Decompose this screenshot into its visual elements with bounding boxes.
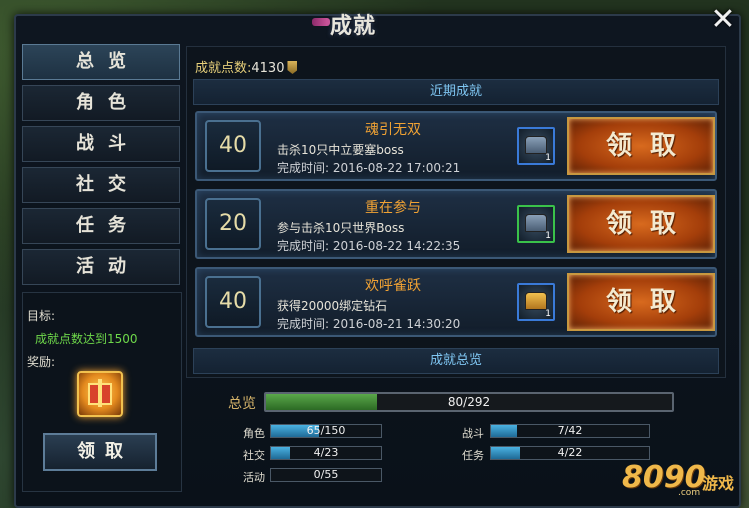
achievement-time: 完成时间: 2016-08-22 14:22:35 — [277, 239, 461, 253]
nav-item-character[interactable]: 角色 — [22, 85, 180, 121]
site-watermark: 8090 游戏 .com — [622, 460, 742, 504]
achievement-score: 40 — [205, 276, 261, 328]
achievement-name: 魂引无双 — [365, 122, 421, 138]
achievement-name: 重在参与 — [365, 200, 421, 216]
achievement-name: 欢呼雀跃 — [365, 278, 421, 294]
goal-panel: 目标: 成就点数达到1500 奖励: 领取 — [22, 292, 182, 492]
close-button[interactable]: ✕ — [708, 5, 738, 36]
item-count: 1 — [545, 153, 551, 163]
reward-label: 奖励: — [27, 355, 56, 369]
overview-header: 成就总览 — [193, 348, 719, 374]
overview-total-progress: 80/292 — [264, 392, 674, 412]
category-label: 任务 — [462, 449, 484, 462]
chest-icon — [525, 136, 547, 154]
overview-total-label: 总览 — [228, 396, 256, 412]
category-label: 战斗 — [462, 427, 484, 440]
overview-total-text: 80/292 — [447, 395, 491, 409]
achievement-time: 完成时间: 2016-08-22 17:00:21 — [277, 161, 461, 175]
chest-icon — [525, 292, 547, 310]
achievement-desc: 击杀10只中立要塞boss — [277, 143, 404, 157]
watermark-domain: .com — [678, 488, 701, 498]
item-count: 1 — [545, 231, 551, 241]
reward-item-slot[interactable]: 1 — [517, 283, 555, 321]
goal-label: 目标: — [27, 309, 56, 323]
category-progress: 65/150 — [270, 424, 382, 438]
nav-item-activity[interactable]: 活动 — [22, 249, 180, 285]
category-progress: 7/42 — [490, 424, 650, 438]
achievement-row: 20 重在参与 参与击杀10只世界Boss 完成时间: 2016-08-22 1… — [195, 189, 717, 259]
gift-icon[interactable] — [77, 371, 123, 417]
nav-item-quest[interactable]: 任务 — [22, 208, 180, 244]
claim-button[interactable]: 领取 — [567, 273, 715, 331]
category-label: 社交 — [243, 449, 265, 462]
claim-goal-button[interactable]: 领取 — [43, 433, 157, 471]
recent-achievements-header: 近期成就 — [193, 79, 719, 105]
category-text: 65/150 — [306, 424, 346, 437]
reward-item-slot[interactable]: 1 — [517, 127, 555, 165]
category-progress: 4/23 — [270, 446, 382, 460]
category-progress: 0/55 — [270, 468, 382, 482]
shield-icon — [287, 61, 298, 74]
category-label: 活动 — [243, 471, 265, 484]
category-text: 0/55 — [313, 468, 339, 481]
achievement-score: 40 — [205, 120, 261, 172]
achievements-panel: 成就点数:4130 近期成就 40 魂引无双 击杀10只中立要塞boss 完成时… — [186, 46, 726, 378]
nav-item-combat[interactable]: 战斗 — [22, 126, 180, 162]
achievement-time: 完成时间: 2016-08-21 14:30:20 — [277, 317, 461, 331]
chest-icon — [525, 214, 547, 232]
category-text: 4/23 — [313, 446, 339, 459]
item-count: 1 — [545, 309, 551, 319]
achievement-desc: 获得20000绑定钻石 — [277, 299, 388, 313]
reward-item-slot[interactable]: 1 — [517, 205, 555, 243]
achievement-score: 20 — [205, 198, 261, 250]
points-label: 成就点数: — [195, 61, 252, 76]
achievement-desc: 参与击杀10只世界Boss — [277, 221, 405, 235]
title-bar — [14, 0, 741, 40]
claim-button[interactable]: 领取 — [567, 117, 715, 175]
achievement-row: 40 魂引无双 击杀10只中立要塞boss 完成时间: 2016-08-22 1… — [195, 111, 717, 181]
category-text: 4/22 — [557, 446, 583, 459]
window-title: 成就 — [330, 14, 377, 39]
watermark-game: 游戏 — [702, 474, 735, 493]
category-nav: 总览 角色 战斗 社交 任务 活动 — [22, 44, 182, 290]
gift-ribbon-shape — [98, 379, 102, 407]
achievement-points: 成就点数:4130 — [195, 57, 298, 76]
category-label: 角色 — [243, 427, 265, 440]
goal-value: 成就点数达到1500 — [35, 332, 138, 346]
nav-item-overview[interactable]: 总览 — [22, 44, 180, 80]
points-value: 4130 — [251, 61, 285, 76]
achievement-row: 40 欢呼雀跃 获得20000绑定钻石 完成时间: 2016-08-21 14:… — [195, 267, 717, 337]
claim-button[interactable]: 领取 — [567, 195, 715, 253]
title-decoration-icon — [312, 18, 330, 26]
category-progress: 4/22 — [490, 446, 650, 460]
nav-item-social[interactable]: 社交 — [22, 167, 180, 203]
category-text: 7/42 — [557, 424, 583, 437]
